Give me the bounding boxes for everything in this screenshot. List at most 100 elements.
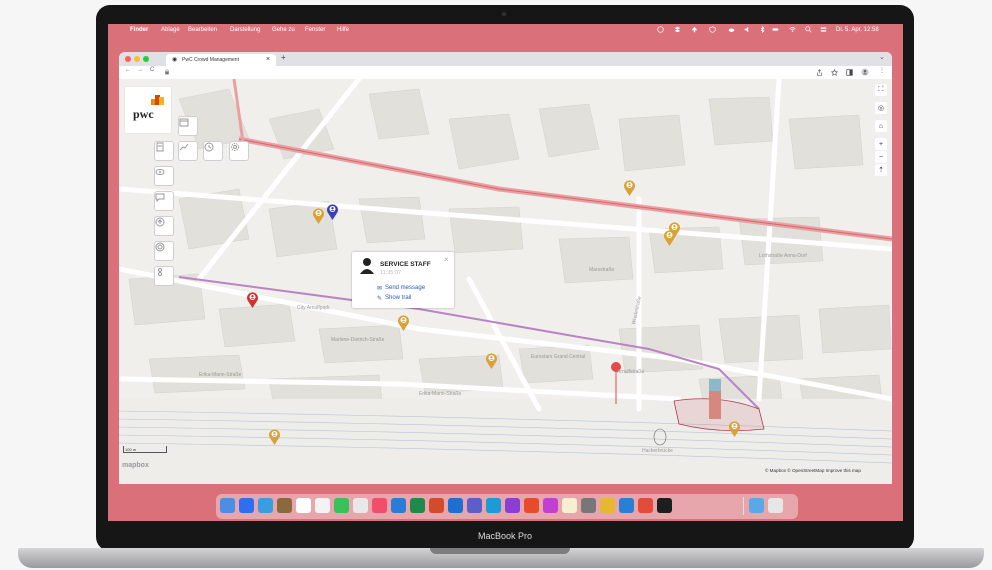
share-icon[interactable] [816, 69, 823, 76]
pink-app-icon[interactable] [543, 498, 558, 513]
compass-button[interactable]: ⇡ [875, 164, 887, 176]
search-icon[interactable] [805, 26, 812, 33]
street-label-city-arnulfpark: City Arnulfpark [297, 305, 330, 311]
cloud-icon[interactable] [728, 26, 735, 33]
messages-icon[interactable] [334, 498, 349, 513]
terminal-icon[interactable] [657, 498, 672, 513]
downloads-folder-icon[interactable] [749, 498, 764, 513]
volume-icon[interactable] [744, 26, 751, 33]
shield-icon[interactable] [709, 26, 716, 33]
music-icon[interactable] [372, 498, 387, 513]
word-icon[interactable] [391, 498, 406, 513]
finder-icon[interactable] [220, 498, 235, 513]
map-scale: 100 m [123, 446, 167, 453]
staff-pin-icon[interactable] [268, 428, 281, 446]
staff-pin-icon[interactable] [397, 314, 410, 332]
bluetooth-icon[interactable] [759, 26, 766, 33]
show-trail-link[interactable]: Show trail [385, 295, 411, 301]
teams-icon[interactable] [467, 498, 482, 513]
speech-bubble-icon [155, 193, 165, 202]
zoom-window-button[interactable] [143, 56, 149, 62]
powerpoint-icon[interactable] [429, 498, 444, 513]
upload-button[interactable] [154, 216, 174, 236]
system-preferences-icon[interactable] [581, 498, 596, 513]
vscode-icon[interactable] [619, 498, 634, 513]
upload-arrow-icon [155, 217, 165, 227]
fullscreen-button[interactable]: ⛶ [875, 84, 887, 96]
alert-pin-icon[interactable] [246, 291, 259, 309]
browser-menu-icon[interactable]: ⋮ [879, 67, 885, 74]
menu-fenster[interactable]: Fenster [305, 24, 325, 36]
staff-pin-icon[interactable] [485, 352, 498, 370]
chat-button[interactable] [154, 191, 174, 211]
tab-pwc-crowd-management[interactable]: ◉ PwC Crowd Management × [166, 54, 276, 66]
menubar-datetime[interactable]: Di. 5. Apr. 12:58 [836, 24, 879, 36]
upload-icon[interactable] [691, 26, 698, 33]
lock-icon[interactable] [164, 69, 170, 75]
battery-icon[interactable] [772, 26, 779, 33]
staff-pin-icon[interactable] [663, 229, 676, 247]
zoom-in-button[interactable]: + [875, 138, 887, 150]
chart-button[interactable] [178, 141, 198, 161]
mapbox-logo[interactable]: mapbox [122, 462, 149, 469]
calendar-button[interactable] [178, 116, 198, 136]
tab-close-icon[interactable]: × [266, 54, 270, 66]
globe-icon: ◉ [172, 57, 178, 63]
orange-app-icon[interactable] [524, 498, 539, 513]
report-button[interactable] [154, 141, 174, 161]
settings-button[interactable] [229, 141, 249, 161]
menu-gehe-zu[interactable]: Gehe zu [272, 24, 295, 36]
outlook-icon[interactable] [448, 498, 463, 513]
forward-button[interactable]: → [137, 67, 143, 73]
close-window-button[interactable] [125, 56, 131, 62]
chrome-icon[interactable] [638, 498, 653, 513]
dropbox-icon[interactable] [674, 26, 681, 33]
photos-icon[interactable] [353, 498, 368, 513]
menu-bearbeiten[interactable]: Bearbeiten [188, 24, 217, 36]
sidebar-icon[interactable] [846, 69, 853, 76]
popup-time: 11:35:07 [380, 270, 402, 276]
staff-pin-icon[interactable] [312, 207, 325, 225]
stickies-icon[interactable] [562, 498, 577, 513]
security-pin-icon[interactable] [326, 203, 339, 221]
locate-button[interactable]: ◎ [875, 102, 887, 114]
control-center-icon[interactable] [820, 26, 827, 33]
staff-pin-icon[interactable] [623, 179, 636, 197]
visibility-button[interactable] [154, 166, 174, 186]
tab-search-icon[interactable]: ⌄ [879, 53, 885, 61]
menu-hilfe[interactable]: Hilfe [337, 24, 349, 36]
menu-ablage[interactable]: Ablage [161, 24, 180, 36]
safari-icon[interactable] [258, 498, 273, 513]
minimize-window-button[interactable] [134, 56, 140, 62]
reminders-icon[interactable] [315, 498, 330, 513]
send-message-link[interactable]: Send message [385, 285, 425, 291]
launchpad-icon[interactable] [239, 498, 254, 513]
wifi-icon[interactable] [789, 26, 796, 33]
new-tab-button[interactable]: + [281, 53, 286, 62]
zoom-out-button[interactable]: − [875, 151, 887, 163]
menu-finder[interactable]: Finder [130, 24, 148, 36]
bookmark-star-icon[interactable] [831, 69, 838, 76]
history-button[interactable] [203, 141, 223, 161]
yellow-app-icon[interactable] [600, 498, 615, 513]
profile-icon[interactable] [861, 68, 869, 76]
purple-app-icon[interactable] [505, 498, 520, 513]
status-icon[interactable] [657, 26, 664, 33]
map-attribution[interactable]: © Mapbox © OpenStreetMap Improve this ma… [765, 468, 861, 473]
calendar-app-icon[interactable] [296, 498, 311, 513]
trash-icon[interactable] [768, 498, 783, 513]
menu-darstellung[interactable]: Darstellung [230, 24, 260, 36]
reload-button[interactable]: C [150, 67, 154, 73]
car-button[interactable]: ⌂ [875, 120, 887, 132]
popup-close-button[interactable]: × [444, 255, 449, 264]
excel-icon[interactable] [410, 498, 425, 513]
people-button[interactable] [154, 266, 174, 286]
map-canvas[interactable] [119, 79, 892, 484]
staff-pin-icon[interactable] [728, 420, 741, 438]
back-button[interactable]: ← [125, 67, 131, 73]
target-button[interactable] [154, 241, 174, 261]
notes-app-icon[interactable] [277, 498, 292, 513]
calendar-icon [179, 118, 189, 127]
blue-app-icon[interactable] [486, 498, 501, 513]
map-view[interactable]: Marsstraße Arnulfstraße Erika-Mann-Straß… [119, 79, 892, 484]
